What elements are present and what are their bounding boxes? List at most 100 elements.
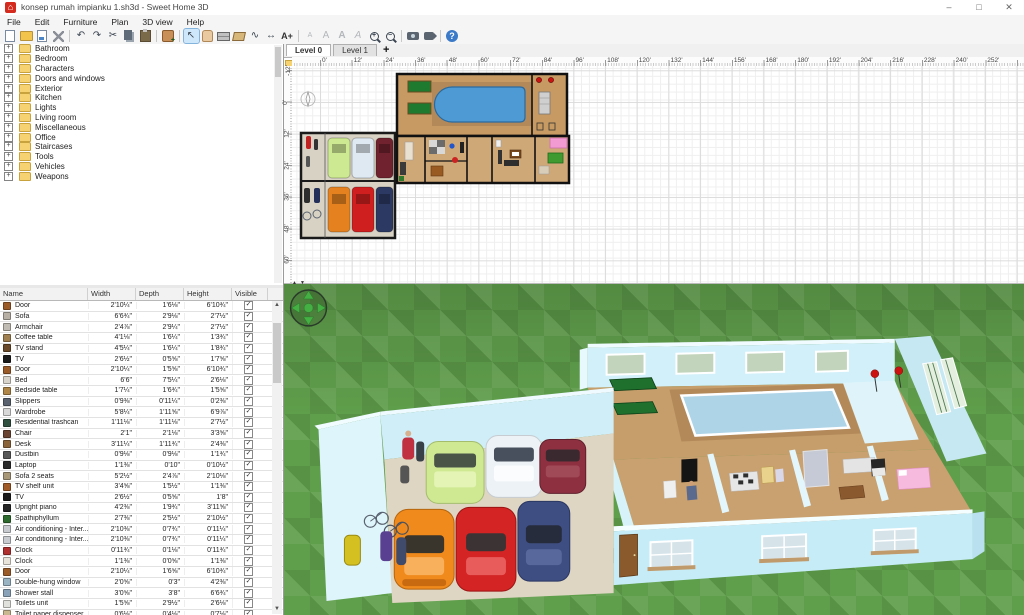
furniture-row[interactable]: Desk3'11¼"1'11¾"2'4⅜"✓ <box>0 439 283 450</box>
select-button[interactable]: ↖ <box>184 29 199 43</box>
menu-edit[interactable]: Edit <box>28 17 57 27</box>
furniture-row[interactable]: Sofa6'6¾"2'9⅛"2'7½"✓ <box>0 312 283 323</box>
furniture-row[interactable]: Clock0'11¾"0'1⅛"0'11¾"✓ <box>0 546 283 557</box>
furniture-list-scrollbar[interactable]: ▲ ▼ <box>272 301 282 614</box>
house-3d-garage[interactable] <box>315 388 614 603</box>
paste-button[interactable] <box>138 29 153 43</box>
close-button[interactable]: ✕ <box>994 0 1024 15</box>
furniture-row[interactable]: Sofa 2 seats5'2½"2'4⅞"2'10⅛"✓ <box>0 471 283 482</box>
expand-icon[interactable]: + <box>4 54 13 63</box>
visible-checkbox[interactable]: ✓ <box>244 610 253 615</box>
create-rooms-button[interactable] <box>232 29 247 43</box>
catalog-category-living-room[interactable]: +Living room <box>0 113 283 123</box>
expand-icon[interactable]: + <box>4 172 13 181</box>
scroll-up-icon[interactable]: ▲ <box>272 301 282 310</box>
column-header-depth[interactable]: Depth <box>136 288 184 300</box>
catalog-category-office[interactable]: +Office <box>0 132 283 142</box>
expand-icon[interactable]: + <box>4 113 13 122</box>
visible-checkbox[interactable]: ✓ <box>244 525 253 534</box>
pan-button[interactable] <box>200 29 215 43</box>
tab-level-1[interactable]: Level 1 <box>333 44 377 56</box>
furniture-row[interactable]: Residential trashcan1'11⅛"1'11⅛"2'7½"✓ <box>0 418 283 429</box>
splitter-down-icon[interactable]: ▼ <box>300 280 305 286</box>
visible-checkbox[interactable]: ✓ <box>244 418 253 427</box>
furniture-row[interactable]: Spathiphyllum2'7⅜"2'5½"2'10½"✓ <box>0 514 283 525</box>
menu-file[interactable]: File <box>0 17 28 27</box>
menu-help[interactable]: Help <box>180 17 211 27</box>
visible-checkbox[interactable]: ✓ <box>244 599 253 608</box>
visible-checkbox[interactable]: ✓ <box>244 514 253 523</box>
furniture-catalog-tree[interactable]: +Bathroom+Bedroom+Characters+Doors and w… <box>0 44 284 285</box>
catalog-scrollbar[interactable] <box>274 45 282 283</box>
expand-icon[interactable]: + <box>4 84 13 93</box>
furniture-row[interactable]: Toilets unit1'5⅝"2'9½"2'6⅛"✓ <box>0 599 283 610</box>
visible-checkbox[interactable]: ✓ <box>244 429 253 438</box>
furniture-row[interactable]: Clock1'1⅜"0'0⅝"1'1⅜"✓ <box>0 556 283 567</box>
visible-checkbox[interactable]: ✓ <box>244 301 253 310</box>
plan-2d-canvas[interactable] <box>292 66 1024 283</box>
furniture-row[interactable]: Chair2'1"2'1⅛"3'3⅝"✓ <box>0 429 283 440</box>
house-3d-pool-room[interactable] <box>580 336 987 462</box>
open-home-button[interactable] <box>19 29 34 43</box>
visible-checkbox[interactable]: ✓ <box>244 365 253 374</box>
furniture-row[interactable]: TV stand4'5¼"1'6¼"1'8¾"✓ <box>0 344 283 355</box>
create-video-button[interactable] <box>422 29 437 43</box>
catalog-category-doors-and-windows[interactable]: +Doors and windows <box>0 73 283 83</box>
create-photo-button[interactable] <box>406 29 421 43</box>
car-navy[interactable] <box>518 501 570 581</box>
expand-icon[interactable]: + <box>4 142 13 151</box>
splitter-up-icon[interactable]: ▲ <box>292 280 297 286</box>
visible-checkbox[interactable]: ✓ <box>244 589 253 598</box>
furniture-row[interactable]: Laptop1'1⅜"0'10"0'10½"✓ <box>0 461 283 472</box>
scroll-down-icon[interactable]: ▼ <box>272 605 282 614</box>
furniture-row[interactable]: TV2'6½"0'5⅝"1'8"✓ <box>0 493 283 504</box>
visible-checkbox[interactable]: ✓ <box>244 333 253 342</box>
furniture-row[interactable]: Door2'10¼"1'6⅛"6'10¾"✓ <box>0 301 283 312</box>
plan-pool-room[interactable] <box>397 74 567 136</box>
visible-checkbox[interactable]: ✓ <box>244 355 253 364</box>
furniture-row[interactable]: TV2'6½"0'5⅝"1'7⅝"✓ <box>0 354 283 365</box>
add-texts-button[interactable]: A+ <box>280 29 295 43</box>
expand-icon[interactable]: + <box>4 93 13 102</box>
catalog-category-bedroom[interactable]: +Bedroom <box>0 54 283 64</box>
visible-checkbox[interactable]: ✓ <box>244 472 253 481</box>
create-polylines-button[interactable]: ∿ <box>248 29 263 43</box>
toggle-italic-button[interactable]: A <box>351 29 366 43</box>
furniture-row[interactable]: Dustbin0'9⅛"0'9⅛"1'1¾"✓ <box>0 450 283 461</box>
preferences-button[interactable] <box>51 29 66 43</box>
visible-checkbox[interactable]: ✓ <box>244 503 253 512</box>
maximize-button[interactable]: □ <box>964 0 994 15</box>
expand-icon[interactable]: + <box>4 152 13 161</box>
visible-checkbox[interactable]: ✓ <box>244 493 253 502</box>
visible-checkbox[interactable]: ✓ <box>244 546 253 555</box>
catalog-category-staircases[interactable]: +Staircases <box>0 142 283 152</box>
minimize-button[interactable]: – <box>934 0 964 15</box>
catalog-category-exterior[interactable]: +Exterior <box>0 83 283 93</box>
expand-icon[interactable]: + <box>4 133 13 142</box>
column-header-width[interactable]: Width <box>88 288 136 300</box>
furniture-row[interactable]: Door2'10¼"1'5⅝"6'10¾"✓ <box>0 365 283 376</box>
view-3d-canvas[interactable] <box>284 284 1024 615</box>
menu-plan[interactable]: Plan <box>104 17 135 27</box>
catalog-category-miscellaneous[interactable]: +Miscellaneous <box>0 122 283 132</box>
plan-compass-icon[interactable] <box>301 92 315 106</box>
furniture-row[interactable]: Armchair2'4⅞"2'9¼"2'7½"✓ <box>0 322 283 333</box>
house-3d-main-floor[interactable] <box>604 446 985 586</box>
furniture-list[interactable]: NameWidthDepthHeightVisible Door2'10¼"1'… <box>0 288 284 615</box>
furniture-row[interactable]: Slippers0'9⅜"0'11¼"0'2⅜"✓ <box>0 397 283 408</box>
furniture-row[interactable]: Shower stall3'0⅝"3'8"6'6¾"✓ <box>0 588 283 599</box>
3d-navigation-compass[interactable] <box>291 290 327 326</box>
toggle-bold-button[interactable]: A <box>335 29 350 43</box>
visible-checkbox[interactable]: ✓ <box>244 408 253 417</box>
furniture-row[interactable]: Upright piano4'2⅜"1'9¾"3'11⅝"✓ <box>0 503 283 514</box>
add-level-button[interactable]: + <box>377 44 395 57</box>
new-home-button[interactable] <box>3 29 18 43</box>
visible-checkbox[interactable]: ✓ <box>244 386 253 395</box>
catalog-category-bathroom[interactable]: +Bathroom <box>0 44 283 54</box>
column-header-visible[interactable]: Visible <box>232 288 268 300</box>
visible-checkbox[interactable]: ✓ <box>244 557 253 566</box>
column-header-height[interactable]: Height <box>184 288 232 300</box>
decrease-text-size-button[interactable]: A <box>303 29 318 43</box>
furniture-row[interactable]: Air conditioning - Inter...2'10⅜"0'7¾"0'… <box>0 535 283 546</box>
expand-icon[interactable]: + <box>4 123 13 132</box>
